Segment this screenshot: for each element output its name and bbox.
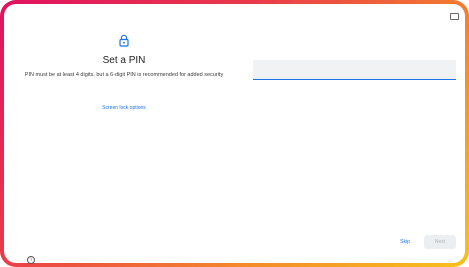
page-title: Set a PIN xyxy=(102,55,146,66)
screen-cast-icon xyxy=(450,13,459,20)
window-frame xyxy=(0,0,469,267)
skip-button[interactable]: Skip xyxy=(394,236,416,248)
screen-lock-options-link[interactable]: Screen lock options xyxy=(20,105,228,111)
info-icon[interactable]: i xyxy=(27,256,35,264)
page-subtitle: PIN must be at least 4 digits, but a 6-d… xyxy=(24,72,224,78)
lock-icon xyxy=(119,34,129,47)
next-button[interactable]: Next xyxy=(424,235,456,249)
pin-input[interactable] xyxy=(253,60,456,80)
